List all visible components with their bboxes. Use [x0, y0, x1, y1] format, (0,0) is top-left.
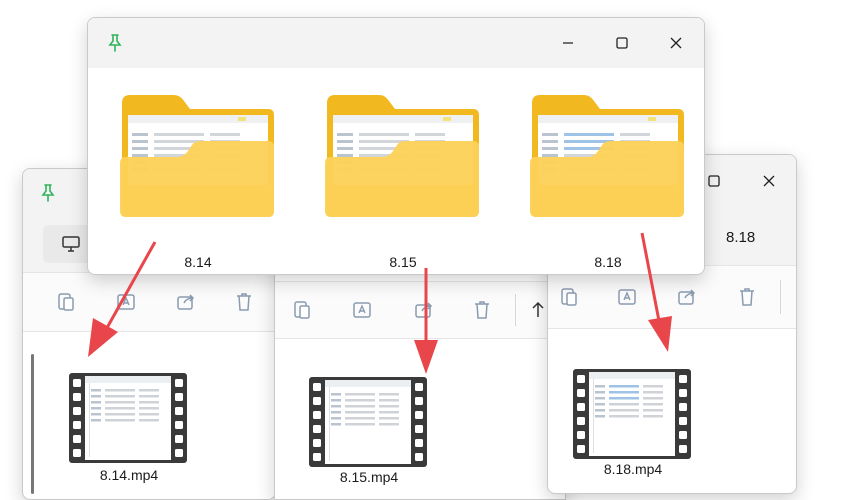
arrow-left — [88, 241, 157, 357]
arrow-middle — [414, 268, 438, 374]
arrow-annotations — [88, 232, 672, 374]
arrow-right — [640, 232, 672, 352]
